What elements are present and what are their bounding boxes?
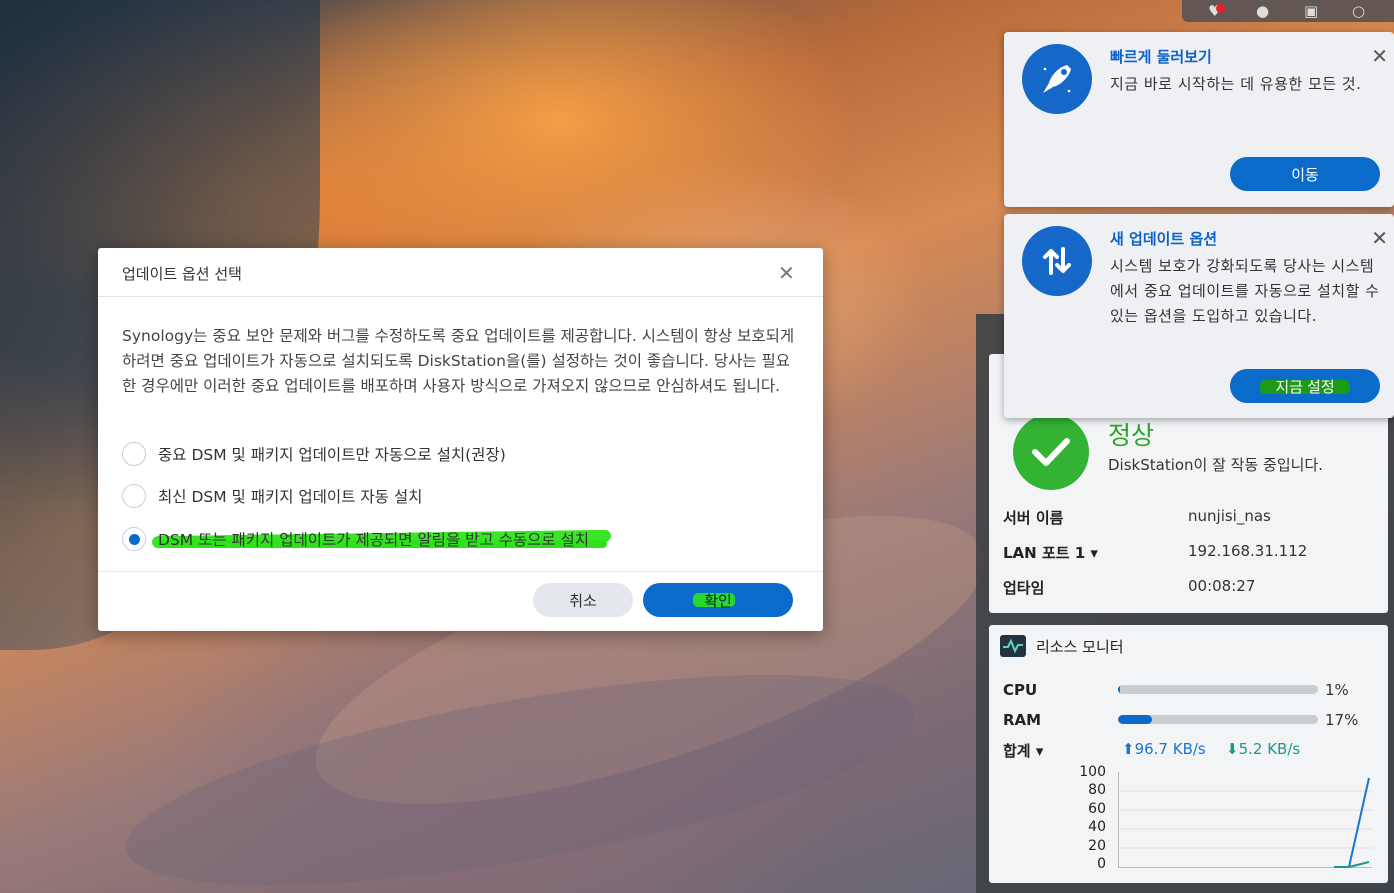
y-tick-label: 40 bbox=[1088, 819, 1106, 835]
radio-button-selected[interactable] bbox=[122, 527, 146, 551]
server-name-value: nunjisi_nas bbox=[1188, 507, 1271, 525]
notification-title: 새 업데이트 옵션 bbox=[1110, 230, 1218, 248]
network-total-dropdown[interactable]: 합계 ▾ bbox=[1003, 740, 1043, 761]
upload-value: 96.7 KB/s bbox=[1134, 740, 1206, 758]
set-now-button[interactable]: 지금 설정 bbox=[1230, 369, 1380, 403]
widgets-icon[interactable]: ▣ bbox=[1304, 4, 1324, 19]
network-chart-lines bbox=[1119, 777, 1373, 868]
health-status: 정상 bbox=[1108, 421, 1155, 450]
radio-button[interactable] bbox=[122, 484, 146, 508]
dialog-description: Synology는 중요 보안 문제와 버그를 수정하도록 중요 업데이트를 제… bbox=[122, 327, 795, 395]
y-tick-label: 80 bbox=[1088, 782, 1106, 798]
option-notify-manual[interactable]: DSM 또는 패키지 업데이트가 제공되면 알림을 받고 수동으로 설치 bbox=[122, 526, 612, 552]
option-latest-auto[interactable]: 최신 DSM 및 패키지 업데이트 자동 설치 bbox=[122, 483, 422, 509]
notification-quick-tour: 빠르게 둘러보기 지금 바로 시작하는 데 유용한 모든 것. ✕ 이동 bbox=[1004, 32, 1394, 207]
close-icon[interactable]: ✕ bbox=[778, 261, 795, 285]
download-rate: ⬇5.2 KB/s bbox=[1226, 740, 1300, 758]
resource-monitor-title: 리소스 모니터 bbox=[1036, 638, 1124, 656]
download-value: 5.2 KB/s bbox=[1238, 740, 1301, 758]
y-tick-label: 100 bbox=[1079, 764, 1106, 780]
option-critical-auto[interactable]: 중요 DSM 및 패키지 업데이트만 자동으로 설치(권장) bbox=[122, 441, 506, 467]
upload-rate: ⬆96.7 KB/s bbox=[1122, 740, 1206, 758]
download-arrow-icon: ⬇ bbox=[1226, 740, 1239, 758]
cpu-bar bbox=[1118, 685, 1318, 694]
dialog-title: 업데이트 옵션 선택 bbox=[122, 265, 242, 283]
upload-arrow-icon: ⬆ bbox=[1122, 740, 1135, 758]
taskbar: ♥ ● ▣ ○ bbox=[1182, 0, 1394, 22]
notification-update-options: 새 업데이트 옵션 시스템 보호가 강화되도록 당사는 시스템에서 중요 업데이… bbox=[1004, 214, 1394, 418]
option-label-text: DSM 또는 패키지 업데이트가 제공되면 알림을 받고 수동으로 설치 bbox=[158, 531, 590, 549]
user-icon[interactable]: ● bbox=[1256, 4, 1276, 19]
network-chart bbox=[1118, 772, 1373, 868]
check-icon bbox=[1013, 414, 1089, 490]
option-label: 최신 DSM 및 패키지 업데이트 자동 설치 bbox=[158, 488, 423, 506]
option-label: DSM 또는 패키지 업데이트가 제공되면 알림을 받고 수동으로 설치 bbox=[151, 528, 612, 550]
update-options-dialog: 업데이트 옵션 선택 ✕ Synology는 중요 보안 문제와 버그를 수정하… bbox=[98, 248, 823, 631]
close-icon[interactable]: ✕ bbox=[1371, 226, 1388, 250]
uptime-label: 업타임 bbox=[1003, 579, 1045, 597]
go-button[interactable]: 이동 bbox=[1230, 157, 1380, 191]
close-icon[interactable]: ✕ bbox=[1371, 44, 1388, 68]
ram-value: 17% bbox=[1325, 711, 1359, 729]
y-tick-label: 60 bbox=[1088, 801, 1106, 817]
cancel-button[interactable]: 취소 bbox=[533, 583, 633, 617]
ram-label: RAM bbox=[1003, 711, 1042, 729]
health-description: DiskStation이 잘 작동 중입니다. bbox=[1108, 456, 1324, 474]
cpu-bar-fill bbox=[1118, 685, 1120, 694]
ram-bar-fill bbox=[1118, 715, 1152, 724]
uptime-value: 00:08:27 bbox=[1188, 577, 1256, 595]
server-name-label: 서버 이름 bbox=[1003, 509, 1064, 527]
notification-icon[interactable]: ♥ bbox=[1208, 4, 1228, 19]
ram-bar bbox=[1118, 715, 1318, 724]
cpu-value: 1% bbox=[1325, 681, 1349, 699]
notification-body: 시스템 보호가 강화되도록 당사는 시스템에서 중요 업데이트를 자동으로 설치… bbox=[1110, 257, 1380, 325]
notification-badge bbox=[1216, 4, 1225, 13]
download-series bbox=[1334, 861, 1370, 868]
ok-button[interactable]: 확인 bbox=[643, 583, 793, 617]
notification-body: 지금 바로 시작하는 데 유용한 모든 것. bbox=[1110, 75, 1362, 93]
ok-label: 확인 bbox=[704, 592, 732, 610]
y-tick-label: 20 bbox=[1088, 838, 1106, 854]
resource-monitor-icon bbox=[1000, 635, 1026, 657]
radio-button[interactable] bbox=[122, 442, 146, 466]
cpu-label: CPU bbox=[1003, 681, 1038, 699]
dialog-footer-divider bbox=[98, 571, 823, 572]
lan-port-dropdown[interactable]: LAN 포트 1 ▾ bbox=[1003, 542, 1098, 563]
update-arrows-icon bbox=[1022, 226, 1092, 296]
lan-ip-value: 192.168.31.112 bbox=[1188, 542, 1308, 560]
option-label: 중요 DSM 및 패키지 업데이트만 자동으로 설치(권장) bbox=[158, 446, 506, 464]
dialog-header: 업데이트 옵션 선택 ✕ bbox=[98, 248, 823, 297]
set-now-label: 지금 설정 bbox=[1275, 378, 1335, 396]
search-icon[interactable]: ○ bbox=[1352, 4, 1372, 19]
rocket-icon bbox=[1022, 44, 1092, 114]
y-tick-label: 0 bbox=[1097, 856, 1106, 872]
notification-title: 빠르게 둘러보기 bbox=[1110, 48, 1212, 66]
